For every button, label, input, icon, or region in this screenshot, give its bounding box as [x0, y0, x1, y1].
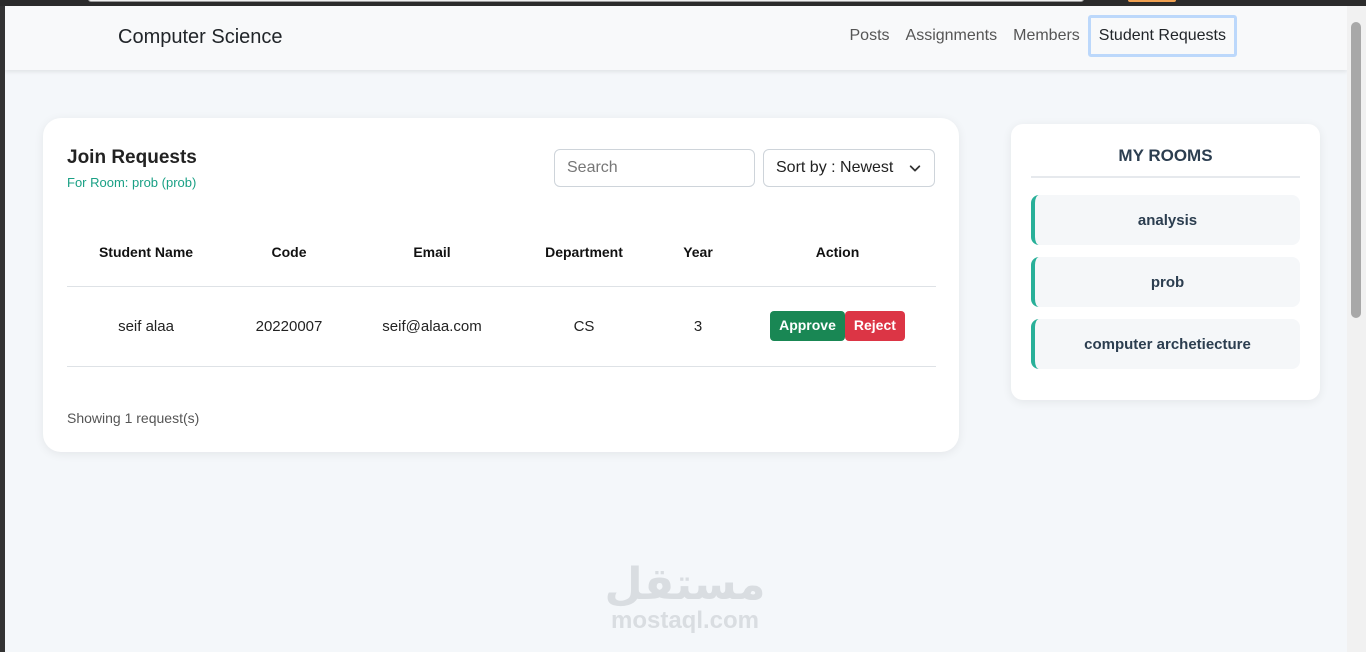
table-header-row: Student Name Code Email Department Year …	[67, 218, 936, 287]
column-header-code: Code	[225, 218, 353, 287]
column-header-department: Department	[511, 218, 657, 287]
nav-link-student-requests[interactable]: Student Requests	[1087, 15, 1237, 57]
room-item-computer-architecture[interactable]: computer archetiecture	[1031, 319, 1300, 369]
cell-action: Approve Reject	[739, 286, 936, 367]
nav-link-members[interactable]: Members	[1005, 15, 1088, 57]
scrollbar[interactable]	[1347, 6, 1366, 652]
cell-student-name: seif alaa	[67, 286, 225, 367]
cell-department: CS	[511, 286, 657, 367]
scrollbar-thumb[interactable]	[1351, 22, 1361, 318]
column-header-email: Email	[353, 218, 511, 287]
chevron-down-icon	[909, 165, 921, 172]
requests-table: Student Name Code Email Department Year …	[67, 218, 936, 367]
search-input[interactable]	[554, 149, 755, 187]
nav-link-posts[interactable]: Posts	[842, 15, 898, 57]
nav-links: Posts Assignments Members Student Reques…	[842, 15, 1237, 57]
approve-button[interactable]: Approve	[770, 311, 845, 341]
cell-year: 3	[657, 286, 739, 367]
top-navbar: Computer Science Posts Assignments Membe…	[5, 6, 1347, 70]
card-title: Join Requests	[67, 147, 197, 168]
column-header-student-name: Student Name	[67, 218, 225, 287]
join-requests-card: Join Requests For Room: prob (prob) Sort…	[43, 118, 959, 452]
watermark-latin: mostaql.com	[610, 607, 760, 634]
nav-link-assignments[interactable]: Assignments	[898, 15, 1006, 57]
browser-tab-indicator	[1128, 0, 1176, 2]
sort-select-label: Sort by : Newest	[776, 159, 894, 176]
table-row: seif alaa 20220007 seif@alaa.com CS 3 Ap…	[67, 286, 936, 367]
my-rooms-title: MY ROOMS	[1031, 146, 1300, 178]
room-item-prob[interactable]: prob	[1031, 257, 1300, 307]
browser-address-bar[interactable]	[88, 0, 1084, 2]
room-subtitle: For Room: prob (prob)	[67, 175, 197, 190]
column-header-action: Action	[739, 218, 936, 287]
watermark-arabic: مستقل	[604, 559, 766, 610]
cell-email: seif@alaa.com	[353, 286, 511, 367]
my-rooms-panel: MY ROOMS analysis prob computer archetie…	[1011, 124, 1320, 400]
room-item-analysis[interactable]: analysis	[1031, 195, 1300, 245]
brand-title[interactable]: Computer Science	[118, 26, 283, 49]
mostaql-watermark: مستقل mostaql.com	[595, 562, 775, 634]
showing-count: Showing 1 request(s)	[67, 410, 200, 426]
sort-select[interactable]: Sort by : Newest	[763, 149, 935, 187]
page-viewport: Computer Science Posts Assignments Membe…	[5, 6, 1347, 652]
reject-button[interactable]: Reject	[844, 311, 905, 341]
column-header-year: Year	[657, 218, 739, 287]
cell-code: 20220007	[225, 286, 353, 367]
